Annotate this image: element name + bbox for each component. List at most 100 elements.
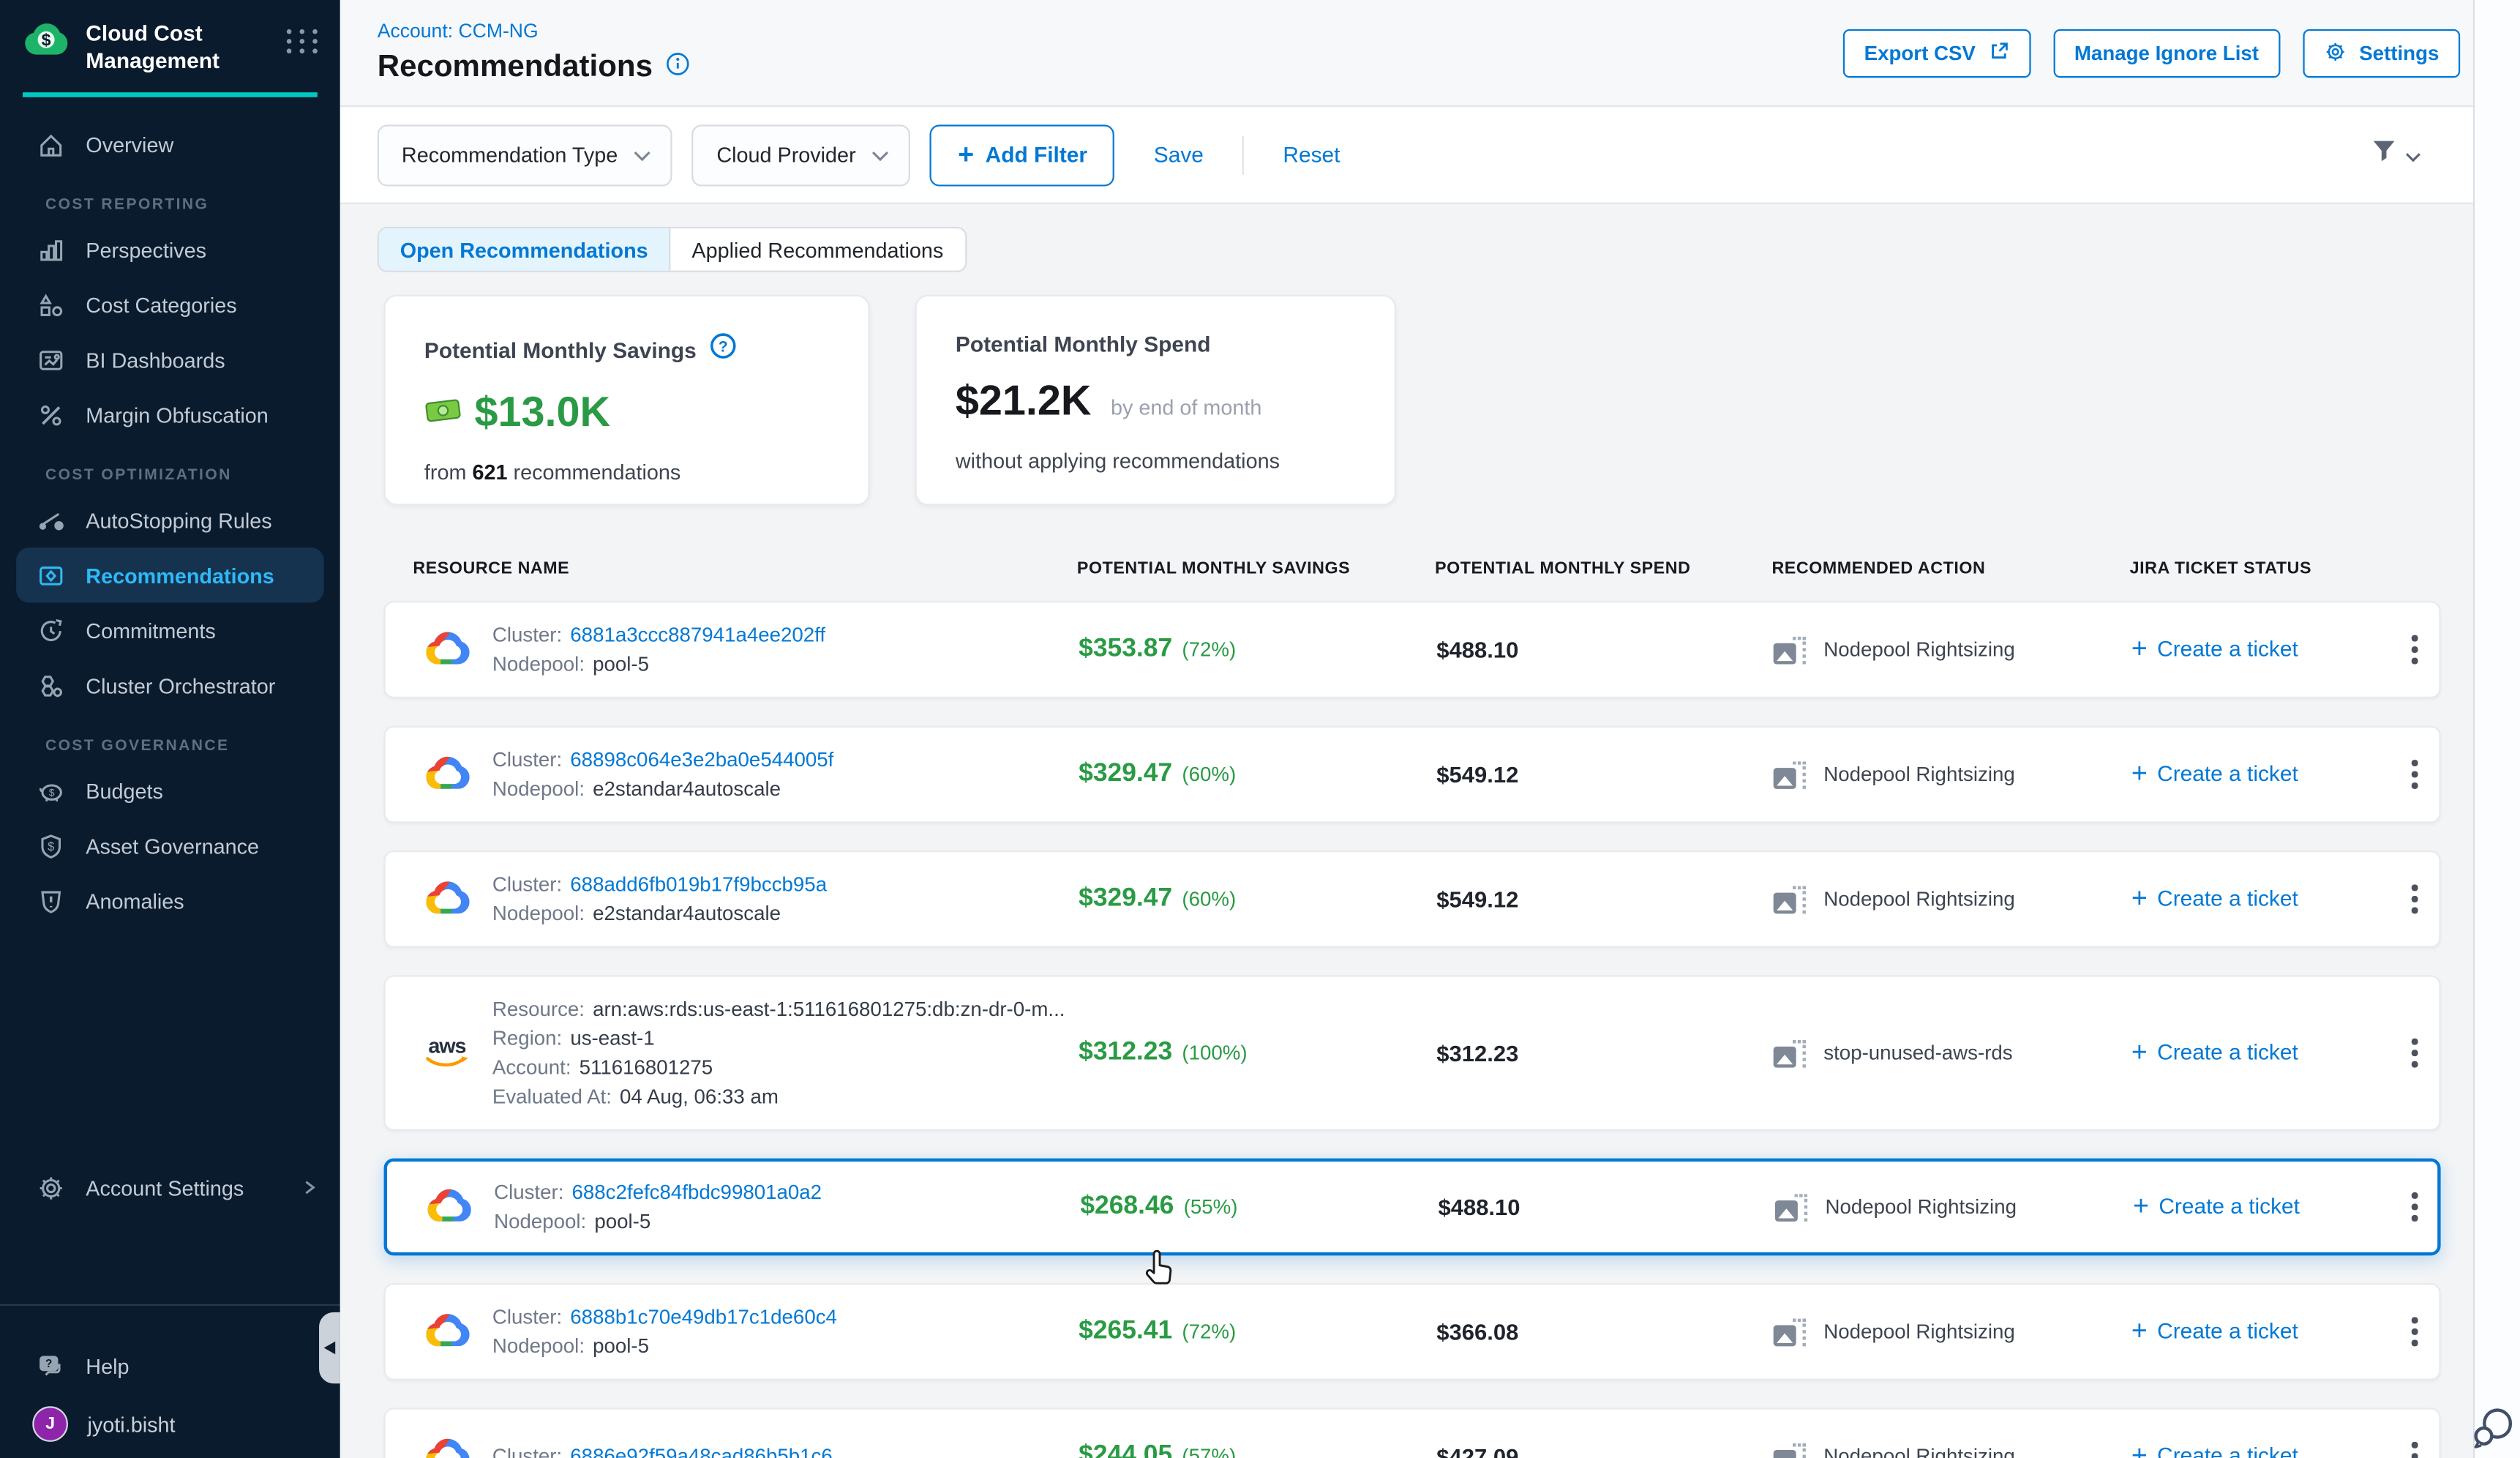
sidebar-item-label: Anomalies xyxy=(86,889,184,913)
kebab-menu[interactable] xyxy=(2404,1434,2426,1458)
kebab-menu[interactable] xyxy=(2404,1309,2426,1354)
table-row[interactable]: Cluster:6881a3ccc887941a4ee202ffNodepool… xyxy=(384,601,2441,698)
summary-cards: Potential Monthly Savings ? $13.0K from … xyxy=(384,295,2473,506)
plus-icon: + xyxy=(2131,1441,2148,1458)
table-row[interactable]: aws Resource:arn:aws:rds:us-east-1:51161… xyxy=(384,975,2441,1130)
create-ticket-link[interactable]: +Create a ticket xyxy=(2133,1192,2300,1219)
kebab-menu[interactable] xyxy=(2404,627,2426,672)
sidebar-item-help[interactable]: ? Help xyxy=(0,1338,340,1393)
table-row[interactable]: Cluster:6888b1c70e49db17c1de60c4Nodepool… xyxy=(384,1283,2441,1380)
hexagons-icon xyxy=(36,670,65,700)
module-grid-icon[interactable] xyxy=(287,29,320,53)
resource-line: Nodepool:e2standar4autoscale xyxy=(492,902,827,925)
chat-bubbles-icon[interactable] xyxy=(2472,1406,2516,1458)
sidebar-item-margin-obfuscation[interactable]: Margin Obfuscation xyxy=(0,387,340,442)
app-logo-row: $ Cloud Cost Management xyxy=(0,0,340,88)
resource-link[interactable]: 68898c064e3e2ba0e544005f xyxy=(570,749,833,771)
jira-cell: +Create a ticket xyxy=(2131,635,2390,665)
resource-link[interactable]: 688add6fb019b17f9bccb95a xyxy=(570,873,827,896)
sidebar-item-cluster-orchestrator[interactable]: Cluster Orchestrator xyxy=(0,658,340,713)
kebab-menu[interactable] xyxy=(2404,752,2426,797)
savings-value: $329.47 xyxy=(1079,760,1172,788)
resource-link[interactable]: 6881a3ccc887941a4ee202ff xyxy=(570,624,825,646)
sidebar-nav: Overview COST REPORTING Perspectives Cos… xyxy=(0,97,340,928)
col-jira-ticket-status: JIRA TICKET STATUS xyxy=(2130,559,2389,579)
sidebar-item-bi-dashboards[interactable]: BI Dashboards xyxy=(0,332,340,387)
action-label: Nodepool Rightsizing xyxy=(1823,638,2014,661)
create-ticket-link[interactable]: +Create a ticket xyxy=(2131,1441,2298,1458)
plus-icon: + xyxy=(2131,759,2148,787)
savings-value: $244.05 xyxy=(1079,1442,1172,1458)
savings-value: $13.0K xyxy=(475,387,611,438)
save-filter-link[interactable]: Save xyxy=(1154,143,1204,167)
resource-link[interactable]: 6886e92f59a48cad86b5b1c6 xyxy=(570,1445,833,1458)
settings-button[interactable]: Settings xyxy=(2303,29,2460,78)
sidebar-item-commitments[interactable]: Commitments xyxy=(0,602,340,657)
sidebar-item-overview[interactable]: Overview xyxy=(0,116,340,171)
sidebar-item-account-settings[interactable]: Account Settings xyxy=(0,1160,340,1215)
sidebar-bottom: Account Settings ? Help J jyoti.bisht xyxy=(0,1160,340,1458)
question-circle-icon[interactable]: ? xyxy=(710,332,738,368)
sidebar-item-recommendations[interactable]: Recommendations xyxy=(16,547,324,602)
info-icon[interactable] xyxy=(666,52,690,84)
action-label: Nodepool Rightsizing xyxy=(1823,1445,2014,1458)
resource-link[interactable]: 688c2fefc84fbdc99801a0a2 xyxy=(572,1181,822,1204)
user-profile[interactable]: J jyoti.bisht xyxy=(0,1394,340,1458)
resource-lines: Cluster:688add6fb019b17f9bccb95aNodepool… xyxy=(492,873,827,925)
manage-ignore-list-button[interactable]: Manage Ignore List xyxy=(2053,29,2280,78)
create-ticket-link[interactable]: +Create a ticket xyxy=(2131,1038,2298,1066)
savings-cell: $312.23(100%) xyxy=(1079,1039,1436,1068)
sidebar-collapse-handle[interactable] xyxy=(319,1312,340,1383)
tab-applied-recommendations[interactable]: Applied Recommendations xyxy=(671,228,964,271)
cloud-provider-dropdown[interactable]: Cloud Provider xyxy=(692,124,911,185)
reset-filter-link[interactable]: Reset xyxy=(1283,143,1340,167)
sidebar-item-label: BI Dashboards xyxy=(86,348,225,372)
rightsizing-icon xyxy=(1774,760,1807,788)
jira-cell: +Create a ticket xyxy=(2133,1192,2392,1222)
sidebar-item-autostopping[interactable]: AutoStopping Rules xyxy=(0,493,340,547)
create-ticket-link[interactable]: +Create a ticket xyxy=(2131,759,2298,787)
autostopping-icon xyxy=(36,506,65,535)
table-row[interactable]: Cluster:688add6fb019b17f9bccb95aNodepool… xyxy=(384,850,2441,948)
sidebar-item-asset-governance[interactable]: $ Asset Governance xyxy=(0,818,340,873)
export-csv-button[interactable]: Export CSV xyxy=(1843,29,2030,78)
resource-line-label: Nodepool: xyxy=(494,1210,586,1233)
savings-cell: $244.05(57%) xyxy=(1079,1442,1436,1458)
section-cost-reporting: COST REPORTING xyxy=(0,172,340,223)
tab-open-recommendations[interactable]: Open Recommendations xyxy=(379,228,671,271)
sidebar-item-label: Cost Categories xyxy=(86,293,236,317)
kebab-menu[interactable] xyxy=(2404,1185,2426,1230)
savings-cell: $329.47(60%) xyxy=(1079,760,1436,789)
sidebar-item-label: Recommendations xyxy=(86,563,274,587)
sidebar-item-anomalies[interactable]: Anomalies xyxy=(0,873,340,928)
resource-link[interactable]: 6888b1c70e49db17c1de60c4 xyxy=(570,1306,837,1328)
potential-monthly-spend-card: Potential Monthly Spend $21.2K by end of… xyxy=(915,295,1396,506)
help-chat-icon: ? xyxy=(36,1351,65,1380)
create-ticket-link[interactable]: +Create a ticket xyxy=(2131,883,2298,911)
table-row[interactable]: Cluster:6886e92f59a48cad86b5b1c6 $244.05… xyxy=(384,1407,2441,1458)
kebab-menu[interactable] xyxy=(2404,1031,2426,1075)
sidebar-item-budgets[interactable]: $ Budgets xyxy=(0,763,340,818)
table-row[interactable]: Cluster:688c2fefc84fbdc99801a0a2Nodepool… xyxy=(384,1159,2441,1256)
table-row[interactable]: Cluster:68898c064e3e2ba0e544005fNodepool… xyxy=(384,726,2441,823)
recommended-action: Nodepool Rightsizing xyxy=(1774,1318,2131,1346)
savings-note: from 621 recommendations xyxy=(424,460,829,485)
provider-icon xyxy=(415,1310,480,1354)
recommended-action: Nodepool Rightsizing xyxy=(1774,760,2131,788)
sidebar-item-perspectives[interactable]: Perspectives xyxy=(0,222,340,277)
sidebar-item-label: Account Settings xyxy=(86,1175,244,1200)
rightsizing-icon xyxy=(1774,636,1807,664)
add-filter-button[interactable]: + Add Filter xyxy=(930,124,1114,185)
savings-value: $329.47 xyxy=(1079,885,1172,913)
recommended-action: Nodepool Rightsizing xyxy=(1775,1193,2133,1221)
create-ticket-link[interactable]: +Create a ticket xyxy=(2131,635,2298,662)
recommendation-type-dropdown[interactable]: Recommendation Type xyxy=(378,124,673,185)
percent-icon xyxy=(36,400,65,430)
filter-panel-toggle[interactable] xyxy=(2371,138,2421,171)
sidebar-item-cost-categories[interactable]: Cost Categories xyxy=(0,277,340,332)
kebab-menu[interactable] xyxy=(2404,877,2426,921)
svg-text:$: $ xyxy=(48,785,54,797)
create-ticket-link[interactable]: +Create a ticket xyxy=(2131,1316,2298,1344)
savings-value: $265.41 xyxy=(1079,1317,1172,1345)
breadcrumb[interactable]: Account: CCM-NG xyxy=(378,20,539,42)
